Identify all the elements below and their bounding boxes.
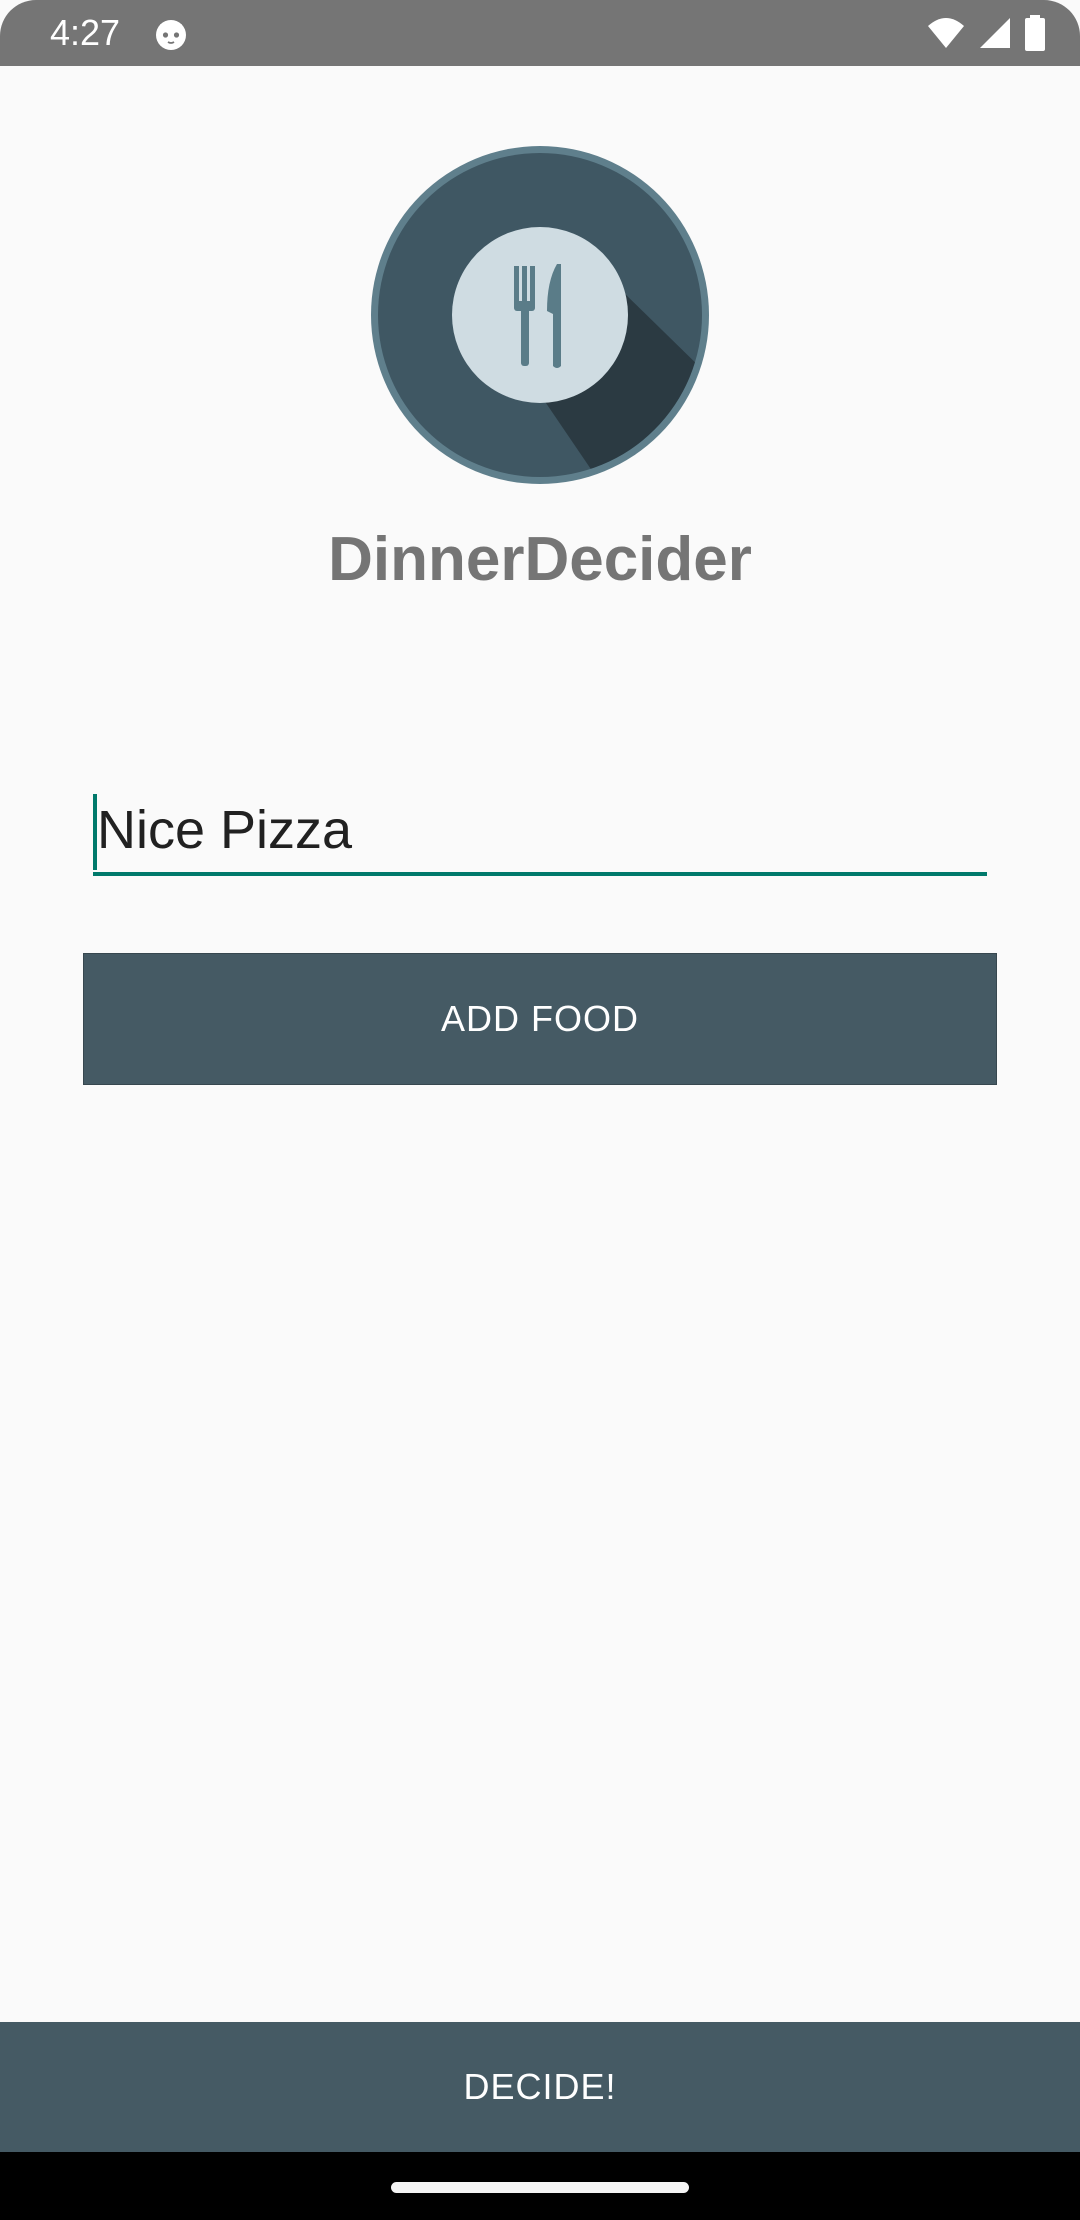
food-input-field[interactable] [93,788,987,878]
cat-notification-icon [156,20,186,50]
fork-knife-icon [371,146,709,484]
app-screen: 4:27 DinnerDecider Nice Pizza ADD FOOD D… [0,0,1080,2220]
app-title: DinnerDecider [328,525,752,594]
food-input[interactable] [93,788,987,872]
status-bar: 4:27 [0,0,1080,66]
battery-icon [1025,15,1045,51]
home-gesture-handle[interactable] [391,2182,689,2193]
status-icons [926,14,1046,52]
wifi-icon [928,18,964,48]
status-time: 4:27 [50,12,121,53]
navigation-bar [0,2152,1080,2220]
add-food-button[interactable]: ADD FOOD [83,953,997,1085]
cell-signal-icon [980,18,1010,48]
input-underline [93,872,987,876]
text-cursor [93,794,97,870]
decide-button[interactable]: DECIDE! [0,2022,1080,2152]
